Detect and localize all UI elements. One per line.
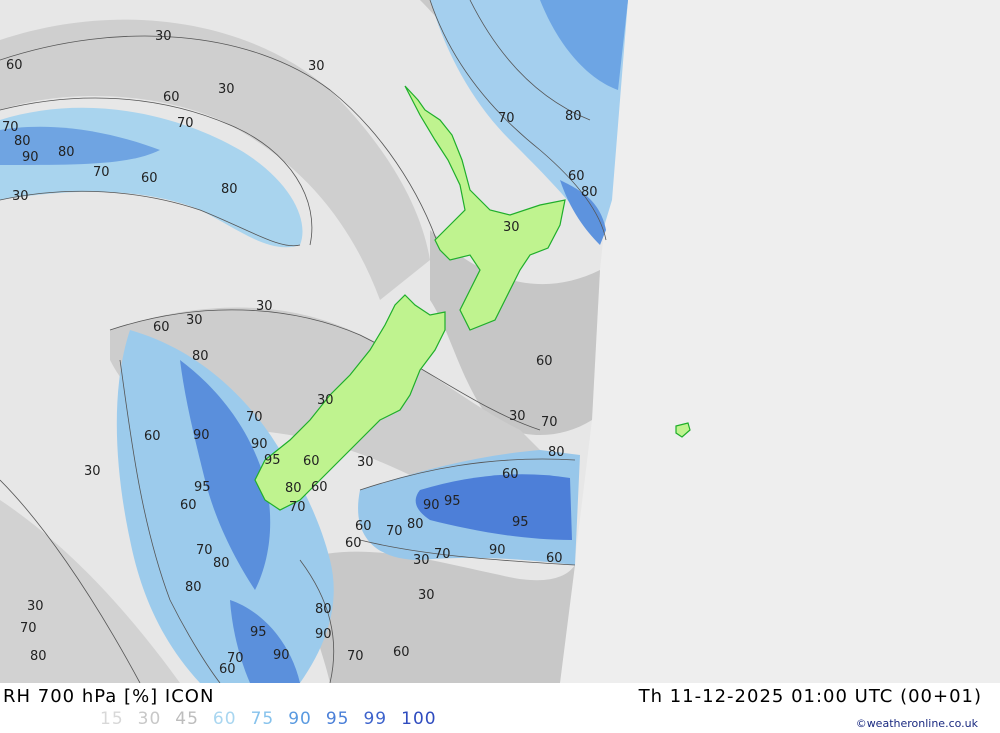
contour-label: 95	[250, 625, 267, 640]
contour-label: 60	[6, 58, 23, 73]
contour-label: 60	[144, 429, 161, 444]
legend-item: 90	[288, 709, 312, 729]
contour-label: 70	[498, 111, 515, 126]
contour-label: 80	[192, 349, 209, 364]
contour-label: 95	[444, 494, 461, 509]
contour-label: 80	[14, 134, 31, 149]
contour-label: 95	[264, 453, 281, 468]
contour-label: 60	[502, 467, 519, 482]
contour-label: 90	[251, 437, 268, 452]
contour-label: 90	[489, 543, 506, 558]
credit-link[interactable]: ©weatheronline.co.uk	[856, 717, 978, 730]
contour-label: 60	[163, 90, 180, 105]
map-title: RH 700 hPa [%] ICON	[3, 686, 215, 707]
contour-label: 60	[180, 498, 197, 513]
contour-label: 70	[434, 547, 451, 562]
contour-label: 80	[285, 481, 302, 496]
contour-label: 70	[2, 120, 19, 135]
color-legend: 15 30 45 60 75 90 95 99 100	[100, 709, 451, 729]
contour-label: 90	[273, 648, 290, 663]
contour-label: 80	[565, 109, 582, 124]
legend-item: 60	[212, 709, 237, 729]
legend-item: 45	[175, 709, 199, 729]
contour-label: 80	[581, 185, 598, 200]
contour-label: 95	[512, 515, 529, 530]
contour-label: 30	[317, 393, 334, 408]
contour-label: 70	[93, 165, 110, 180]
contour-label: 30	[509, 409, 526, 424]
contour-label: 90	[22, 150, 39, 165]
legend-item: 75	[250, 709, 275, 729]
contour-label: 90	[315, 627, 332, 642]
contour-label: 80	[315, 602, 332, 617]
contour-label: 30	[27, 599, 44, 614]
contour-label: 70	[541, 415, 558, 430]
contour-label: 30	[186, 313, 203, 328]
contour-label: 90	[423, 498, 440, 513]
legend-item: 99	[363, 709, 388, 729]
contour-label: 30	[84, 464, 101, 479]
contour-label: 70	[386, 524, 403, 539]
contour-label: 30	[413, 553, 430, 568]
contour-label: 90	[193, 428, 210, 443]
contour-label: 60	[355, 519, 372, 534]
legend-item: 100	[401, 709, 437, 729]
contour-label: 70	[347, 649, 364, 664]
contour-label: 80	[58, 145, 75, 160]
contour-label: 60	[393, 645, 410, 660]
contour-label: 60	[141, 171, 158, 186]
contour-label: 80	[548, 445, 565, 460]
contour-label: 30	[256, 299, 273, 314]
contour-label: 70	[246, 410, 263, 425]
contour-label: 70	[196, 543, 213, 558]
contour-label: 80	[30, 649, 47, 664]
contour-label: 80	[221, 182, 238, 197]
contour-label: 80	[185, 580, 202, 595]
contour-label: 70	[20, 621, 37, 636]
contour-label: 30	[357, 455, 374, 470]
contour-label: 80	[407, 517, 424, 532]
contour-label: 30	[418, 588, 435, 603]
rh-map: 30 60 30 30 60 70 70 80 90 80 70 60 80 3…	[0, 0, 1000, 683]
contour-label: 60	[303, 454, 320, 469]
contour-label: 60	[153, 320, 170, 335]
contour-label: 30	[155, 29, 172, 44]
contour-label: 70	[289, 500, 306, 515]
contour-label: 60	[536, 354, 553, 369]
contour-label: 60	[568, 169, 585, 184]
legend-item: 30	[137, 709, 162, 729]
contour-label: 30	[308, 59, 325, 74]
contour-label: 30	[503, 220, 520, 235]
contour-label: 95	[194, 480, 211, 495]
valid-time: Th 11-12-2025 01:00 UTC (00+01)	[638, 686, 982, 707]
contour-label: 60	[345, 536, 362, 551]
legend-item: 95	[325, 709, 350, 729]
contour-label: 70	[177, 116, 194, 131]
contour-label: 60	[311, 480, 328, 495]
contour-label: 60	[546, 551, 563, 566]
legend-item: 15	[100, 709, 124, 729]
contour-label: 80	[213, 556, 230, 571]
contour-label: 60	[219, 662, 236, 677]
contour-label: 30	[218, 82, 235, 97]
contour-label: 30	[12, 189, 29, 204]
